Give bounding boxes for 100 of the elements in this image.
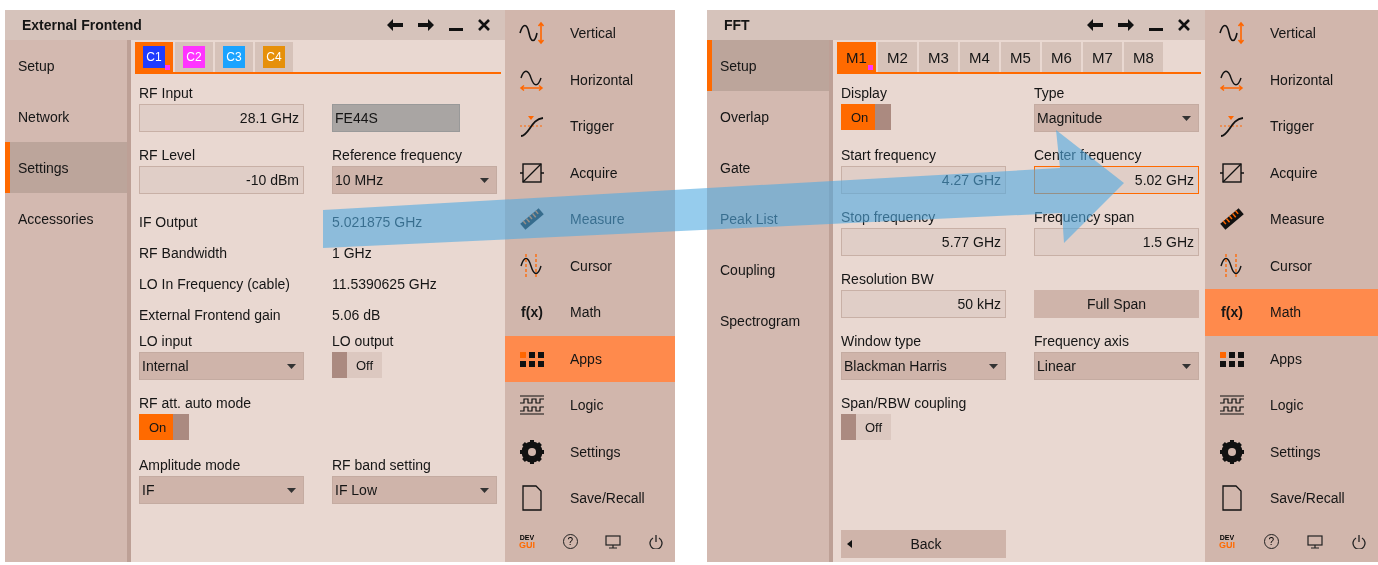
monitor-icon[interactable] [1307, 534, 1324, 549]
close-icon[interactable] [1177, 18, 1191, 32]
math-tab[interactable]: M2 [878, 42, 917, 72]
side-tab[interactable]: Network [5, 91, 127, 142]
math-tab[interactable]: M3 [919, 42, 958, 72]
caret-icon [1182, 115, 1191, 121]
menu-item[interactable]: Save/Recall [1205, 475, 1378, 522]
toggle-switch[interactable]: On [139, 414, 189, 440]
field-label: LO In Frequency (cable) [139, 275, 291, 292]
menu-item[interactable]: Horizontal [1205, 56, 1378, 103]
cursor-icon [519, 252, 545, 279]
field-label: Center frequency [1034, 147, 1142, 163]
field-label: RF Input [139, 85, 193, 101]
toggle-switch[interactable]: Off [841, 414, 891, 440]
input-field[interactable]: -10 dBm [139, 166, 304, 194]
input-field[interactable]: 28.1 GHz [139, 104, 304, 132]
side-tab[interactable]: Setup [5, 40, 127, 91]
forward-arrow-icon[interactable] [1117, 18, 1135, 32]
field-label: Type [1034, 85, 1065, 101]
math-tab[interactable]: M1 [837, 42, 876, 72]
trigger-icon [519, 113, 545, 140]
document-icon [519, 485, 545, 512]
dropdown[interactable]: IF [139, 476, 304, 504]
math-tab[interactable]: M6 [1042, 42, 1081, 72]
field-label: External Frontend gain [139, 306, 282, 323]
input-field[interactable]: 1.5 GHz [1034, 228, 1199, 256]
math-tab[interactable]: M4 [960, 42, 999, 72]
menu-item[interactable]: Settings [505, 428, 675, 475]
dropdown[interactable]: 10 MHz [332, 166, 497, 194]
input-field[interactable]: 5.77 GHz [841, 228, 1006, 256]
math-tab[interactable]: M8 [1124, 42, 1163, 72]
side-tab[interactable]: Settings [5, 142, 127, 193]
menu-item[interactable]: Trigger [1205, 103, 1378, 150]
menu-item[interactable]: Save/Recall [505, 475, 675, 522]
dropdown[interactable]: IF Low [332, 476, 497, 504]
field-label: IF Output [139, 213, 199, 230]
side-tab[interactable]: Coupling [707, 244, 829, 295]
menu-item[interactable]: Logic [1205, 382, 1378, 429]
side-tab[interactable]: Setup [707, 40, 829, 91]
back-arrow-icon[interactable] [1086, 18, 1104, 32]
field-value: 1 GHz [332, 244, 372, 261]
field-label: RF band setting [332, 457, 431, 473]
monitor-icon[interactable] [605, 534, 622, 549]
field-label: RF Level [139, 147, 196, 163]
menu-item[interactable]: Vertical [505, 10, 675, 57]
menu-item[interactable]: Acquire [505, 149, 675, 196]
cursor-icon [1219, 252, 1245, 279]
settings-icon [1219, 438, 1245, 465]
menu-item[interactable]: Acquire [1205, 149, 1378, 196]
field-value: 11.5390625 GHz [332, 275, 437, 292]
field-label: Span/RBW coupling [841, 395, 967, 411]
back-button[interactable]: Back [841, 530, 1006, 558]
menu-item[interactable]: f(x) Math [1205, 289, 1378, 336]
input-field[interactable]: 5.02 GHz [1034, 166, 1199, 194]
field-label: LO output [332, 333, 394, 349]
toggle-switch[interactable]: Off [332, 352, 382, 378]
menu-item[interactable]: Apps [1205, 335, 1378, 382]
full-span-button[interactable]: Full Span [1034, 290, 1199, 318]
dropdown[interactable]: Linear [1034, 352, 1199, 380]
dropdown[interactable]: Magnitude [1034, 104, 1199, 132]
field-label: Reference frequency [332, 147, 462, 163]
side-tab[interactable]: Accessories [5, 193, 127, 244]
menu-item[interactable]: Horizontal [505, 56, 675, 103]
side-tab[interactable]: Spectrogram [707, 295, 829, 346]
field-value: 5.021875 GHz [332, 213, 423, 230]
caret-icon [1182, 363, 1191, 369]
field-label: Frequency span [1034, 209, 1135, 225]
sine-vertical-icon [1219, 20, 1245, 47]
math-tab[interactable]: M5 [1001, 42, 1040, 72]
caret-icon [287, 487, 296, 493]
trigger-icon [1219, 113, 1245, 140]
input-field[interactable]: 50 kHz [841, 290, 1006, 318]
side-tab[interactable]: Overlap [707, 91, 829, 142]
back-arrow-icon[interactable] [386, 18, 404, 32]
dropdown[interactable]: Internal [139, 352, 304, 380]
math-tab[interactable]: M7 [1083, 42, 1122, 72]
channel-tab[interactable]: C1 [143, 46, 165, 68]
close-icon[interactable] [477, 18, 491, 32]
side-tab[interactable]: Gate [707, 142, 829, 193]
menu-item[interactable]: Logic [505, 382, 675, 429]
dropdown[interactable]: Blackman Harris [841, 352, 1006, 380]
function-icon: f(x) [521, 304, 543, 321]
menu-item[interactable]: Vertical [1205, 10, 1378, 57]
toggle-switch[interactable]: On [841, 104, 891, 130]
menu-item[interactable]: Settings [1205, 428, 1378, 475]
settings-icon [519, 438, 545, 465]
field-label: Window type [841, 333, 922, 349]
input-field[interactable]: FE44S [332, 104, 460, 132]
menu-item[interactable]: Cursor [1205, 242, 1378, 289]
menu-item[interactable]: Cursor [505, 242, 675, 289]
menu-item[interactable]: f(x) Math [505, 289, 675, 336]
power-icon[interactable] [649, 534, 663, 550]
menu-item[interactable]: Apps [505, 335, 675, 382]
field-label: Start frequency [841, 147, 936, 163]
field-label: Stop frequency [841, 209, 936, 225]
field-label: RF att. auto mode [139, 395, 252, 411]
power-icon[interactable] [1352, 534, 1366, 550]
menu-item[interactable]: Trigger [505, 103, 675, 150]
forward-arrow-icon[interactable] [417, 18, 435, 32]
menu-item[interactable]: Measure [1205, 196, 1378, 243]
